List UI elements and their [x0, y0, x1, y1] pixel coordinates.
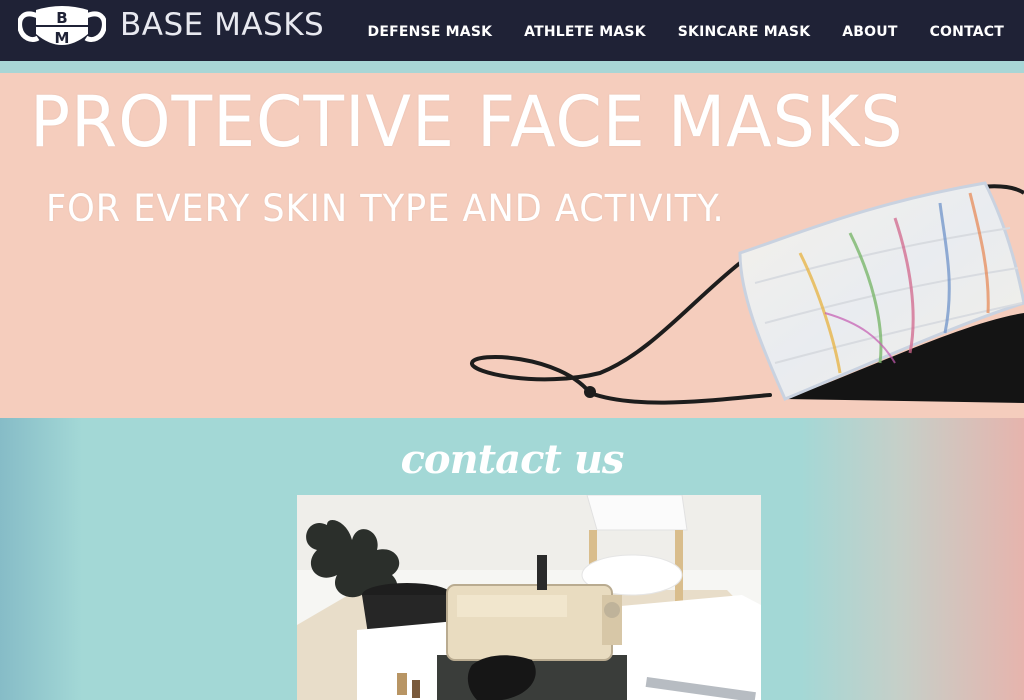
brand-name[interactable]: BASE MASKS: [120, 7, 324, 43]
contact-heading: contact us: [400, 436, 625, 483]
face-mask-image: [470, 181, 1024, 405]
nav-item-athlete-mask[interactable]: ATHLETE MASK: [524, 24, 646, 40]
nav-item-about[interactable]: ABOUT: [842, 24, 897, 40]
contact-section: contact us: [0, 418, 1024, 700]
nav-item-contact[interactable]: CONTACT: [930, 24, 1004, 40]
nav-item-defense-mask[interactable]: DEFENSE MASK: [368, 24, 493, 40]
sewing-machine-photo: [297, 495, 761, 700]
main-nav: DEFENSE MASK ATHLETE MASK SKINCARE MASK …: [368, 24, 1004, 40]
nav-item-skincare-mask[interactable]: SKINCARE MASK: [678, 24, 810, 40]
mask-logo-icon[interactable]: B M: [18, 4, 106, 52]
site-header: B M BASE MASKS DEFENSE MASK ATHLETE MASK…: [0, 0, 1024, 61]
hero-banner: PROTECTIVE FACE MASKS FOR EVERY SKIN TYP…: [0, 73, 1024, 418]
page: B M BASE MASKS DEFENSE MASK ATHLETE MASK…: [0, 0, 1024, 700]
hero-title: PROTECTIVE FACE MASKS: [30, 81, 904, 163]
divider-strip: [0, 61, 1024, 73]
logo-letter-m: M: [55, 29, 70, 47]
logo-letter-b: B: [56, 9, 67, 27]
